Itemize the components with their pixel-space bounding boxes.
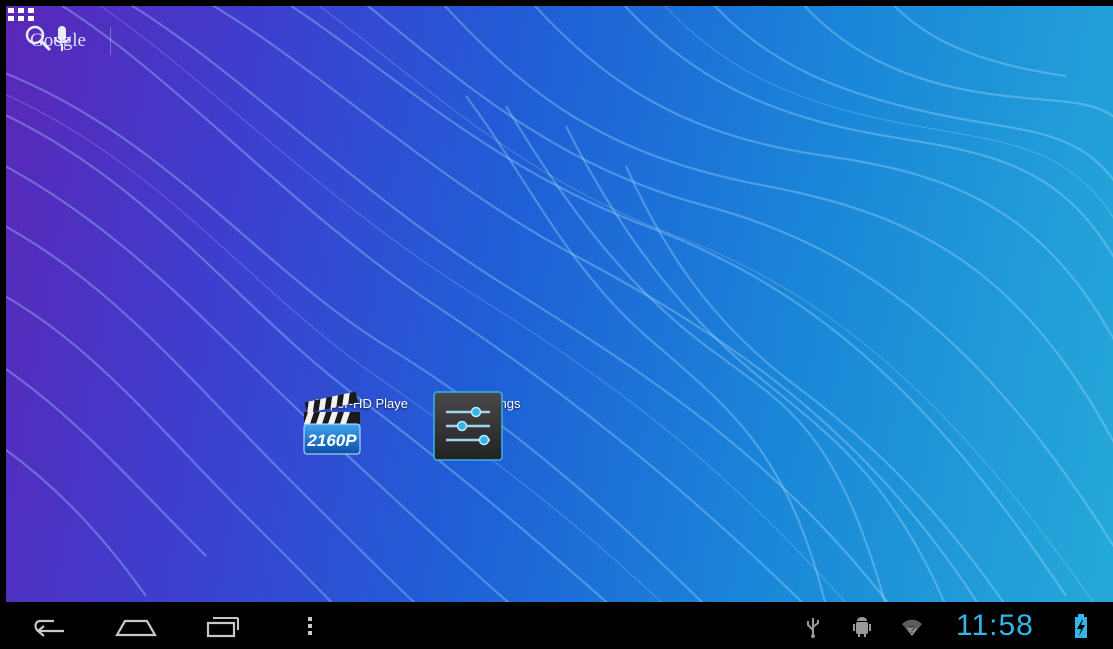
svg-text:?: ? bbox=[909, 625, 915, 636]
overflow-menu-button[interactable] bbox=[298, 610, 322, 642]
recent-apps-icon bbox=[206, 617, 239, 638]
video-player-icon[interactable]: 2160P bbox=[296, 390, 368, 462]
wave-lines-pattern bbox=[6, 6, 1113, 602]
recent-apps-button[interactable] bbox=[200, 610, 244, 642]
settings-sliders-icon[interactable] bbox=[432, 390, 504, 462]
status-clock[interactable]: 11:58 bbox=[956, 610, 1034, 642]
google-search-bar[interactable]: Google bbox=[24, 24, 111, 58]
back-icon bbox=[34, 619, 64, 637]
overflow-menu-icon bbox=[308, 617, 312, 635]
resolution-badge: 2160P bbox=[306, 431, 357, 450]
home-screen-wallpaper[interactable]: Google 2160P Super-HD Playe bbox=[6, 6, 1113, 602]
android-debug-icon[interactable] bbox=[852, 616, 872, 638]
all-apps-grid-icon[interactable] bbox=[6, 6, 36, 30]
search-divider bbox=[109, 27, 111, 55]
battery-charging-icon[interactable] bbox=[1074, 613, 1088, 639]
shortcut-settings[interactable]: Settings bbox=[432, 390, 562, 461]
mic-icon[interactable] bbox=[52, 24, 72, 54]
usb-icon[interactable] bbox=[805, 616, 821, 638]
wifi-icon[interactable]: ? bbox=[900, 616, 924, 638]
back-button[interactable] bbox=[28, 610, 72, 642]
system-navigation-bar: ? 11:58 bbox=[0, 602, 1113, 649]
home-button[interactable] bbox=[112, 610, 160, 642]
home-icon bbox=[115, 619, 157, 637]
tablet-screen: Google 2160P Super-HD Playe ? 11:58 bbox=[0, 0, 1113, 649]
shortcut-super-hd-player[interactable]: 2160P Super-HD Playe bbox=[296, 390, 426, 455]
